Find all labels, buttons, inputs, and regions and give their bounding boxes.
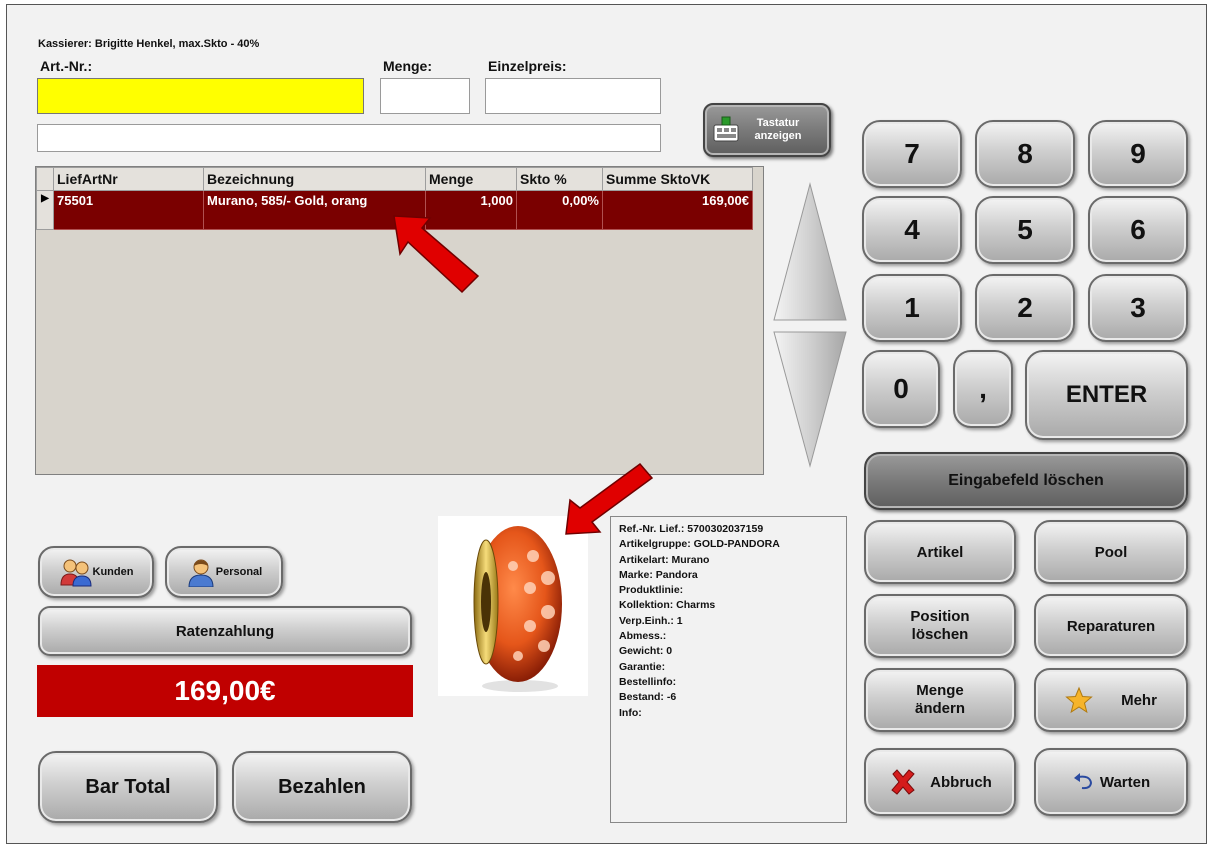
- annotation-arrow-icon: [565, 462, 654, 535]
- cancel-x-icon: [888, 767, 918, 797]
- annotation-arrow-icon: [393, 215, 480, 294]
- kunden-button[interactable]: Kunden: [38, 546, 154, 598]
- key-3[interactable]: 3: [1088, 274, 1188, 342]
- warten-button[interactable]: Warten: [1034, 748, 1188, 816]
- key-9[interactable]: 9: [1088, 120, 1188, 188]
- abbruch-button[interactable]: Abbruch: [864, 748, 1016, 816]
- key-7[interactable]: 7: [862, 120, 962, 188]
- info-garantie: Garantie:: [619, 660, 666, 673]
- key-6[interactable]: 6: [1088, 196, 1188, 264]
- grid-header-menge[interactable]: Menge: [425, 167, 517, 191]
- art-nr-input[interactable]: [37, 78, 364, 114]
- description-input[interactable]: [37, 124, 661, 152]
- art-nr-label: Art.-Nr.:: [40, 58, 93, 74]
- key-4[interactable]: 4: [862, 196, 962, 264]
- product-image: [438, 516, 588, 696]
- clear-input-button[interactable]: Eingabefeld löschen: [864, 452, 1188, 510]
- scroll-arrows: [773, 182, 847, 468]
- row-selector-icon[interactable]: ▶: [36, 190, 54, 230]
- key-8[interactable]: 8: [975, 120, 1075, 188]
- article-info-panel: Ref.-Nr. Lief.: 5700302037159 Artikelgru…: [610, 516, 847, 823]
- menge-aendern-button[interactable]: Menge ändern: [864, 668, 1016, 732]
- grid-header-liefartnr[interactable]: LiefArtNr: [53, 167, 204, 191]
- personal-button[interactable]: Personal: [165, 546, 283, 598]
- info-bestellinfo: Bestellinfo:: [619, 675, 677, 688]
- grid-header-skto[interactable]: Skto %: [516, 167, 603, 191]
- keyboard-icon: [711, 115, 741, 145]
- customers-icon: [59, 557, 93, 587]
- total-display: 169,00€: [37, 665, 413, 717]
- grid-header-selector: [36, 167, 54, 191]
- warten-label: Warten: [1099, 773, 1151, 791]
- info-produktlinie: Produktlinie:: [619, 584, 684, 597]
- reparaturen-button[interactable]: Reparaturen: [1034, 594, 1188, 658]
- scroll-down-icon[interactable]: [773, 331, 847, 468]
- ratenzahlung-button[interactable]: Ratenzahlung: [38, 606, 412, 656]
- key-1[interactable]: 1: [862, 274, 962, 342]
- kunden-label: Kunden: [92, 566, 134, 578]
- mehr-label: Mehr: [1121, 691, 1157, 709]
- bar-total-button[interactable]: Bar Total: [38, 751, 218, 823]
- info-marke: Marke: Pandora: [619, 568, 698, 581]
- menge-input[interactable]: [380, 78, 470, 114]
- info-bestand: Bestand: -6: [619, 691, 677, 704]
- personal-label: Personal: [215, 566, 263, 578]
- key-5[interactable]: 5: [975, 196, 1075, 264]
- cell-summe[interactable]: 169,00€: [602, 190, 753, 230]
- einzelpreis-label: Einzelpreis:: [488, 58, 567, 74]
- menge-label: Menge:: [383, 58, 432, 74]
- abbruch-label: Abbruch: [930, 773, 992, 791]
- key-comma[interactable]: ,: [953, 350, 1013, 428]
- person-icon: [186, 557, 216, 588]
- bezahlen-button[interactable]: Bezahlen: [232, 751, 412, 823]
- cell-skto[interactable]: 0,00%: [516, 190, 603, 230]
- grid-header-bezeichnung[interactable]: Bezeichnung: [203, 167, 426, 191]
- key-2[interactable]: 2: [975, 274, 1075, 342]
- key-0[interactable]: 0: [862, 350, 940, 428]
- tastatur-anzeigen-button[interactable]: Tastatur anzeigen: [703, 103, 831, 157]
- cell-liefartnr[interactable]: 75501: [53, 190, 204, 230]
- grid-header-summe[interactable]: Summe SktoVK: [602, 167, 753, 191]
- pool-button[interactable]: Pool: [1034, 520, 1188, 584]
- info-kollektion: Kollektion: Charms: [619, 599, 716, 612]
- cashier-info: Kassierer: Brigitte Henkel, max.Skto - 4…: [38, 38, 260, 50]
- einzelpreis-input[interactable]: [485, 78, 661, 114]
- info-artikelart: Artikelart: Murano: [619, 553, 710, 566]
- mehr-button[interactable]: Mehr: [1034, 668, 1188, 732]
- tastatur-label: Tastatur anzeigen: [754, 117, 802, 142]
- info-verp-einh: Verp.Einh.: 1: [619, 614, 683, 627]
- enter-button[interactable]: ENTER: [1025, 350, 1188, 440]
- info-abmess: Abmess.:: [619, 630, 667, 643]
- undo-icon: [1072, 773, 1094, 791]
- scroll-up-icon[interactable]: [773, 182, 847, 321]
- info-info: Info:: [619, 706, 642, 719]
- info-gewicht: Gewicht: 0: [619, 645, 673, 658]
- position-loeschen-button[interactable]: Position löschen: [864, 594, 1016, 658]
- star-icon: [1065, 686, 1093, 714]
- artikel-button[interactable]: Artikel: [864, 520, 1016, 584]
